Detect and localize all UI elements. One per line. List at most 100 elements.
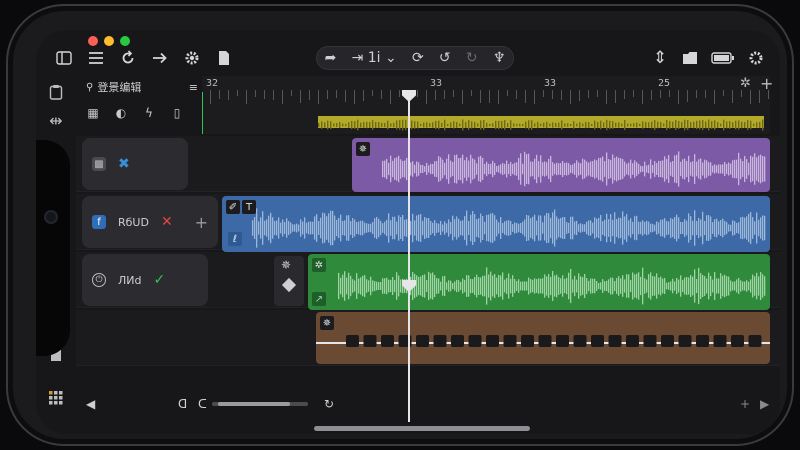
grid-icon[interactable] (46, 388, 66, 408)
redo-transport-icon[interactable]: ↻ (466, 50, 478, 66)
drum-hit (591, 335, 604, 347)
refresh-icon[interactable]: ↻ (324, 394, 334, 414)
ruler-label: 32 (206, 78, 219, 89)
ruler-tick (237, 90, 238, 96)
add-track-icon[interactable]: + (740, 394, 750, 414)
ruler-tick (552, 90, 553, 99)
clip-text-icon[interactable]: T (242, 200, 256, 214)
ruler-tick (489, 90, 490, 103)
gear-icon[interactable] (178, 44, 206, 72)
drum-hit (573, 335, 587, 347)
document-icon[interactable] (210, 44, 238, 72)
undo-icon[interactable] (114, 44, 142, 72)
transport-control[interactable]: ➦ ⇥ 1i ⌄ ⟳ ↺ ↻ ♆ (316, 46, 514, 70)
split-icon[interactable]: ⇕ (646, 44, 674, 72)
clip-midi-icon[interactable]: ✐ (226, 200, 240, 214)
ruler-label: 33 (544, 78, 557, 89)
timeline-ruler[interactable]: 32 33 33 25 ✲ + (202, 74, 773, 134)
zoom-in-icon[interactable]: ᑕ (198, 394, 207, 414)
edit-mode-label[interactable]: ⚲ 登景编辑 ≡ (82, 78, 202, 96)
header-tools: ▦ ◐ ϟ ▯ (86, 106, 184, 120)
track-name[interactable]: ЛИd (118, 274, 141, 287)
menu-icon[interactable] (82, 44, 110, 72)
footer-bar: ◀ ᗡ ᑕ ↻ + ▶ (76, 390, 780, 418)
drum-hit (713, 335, 727, 347)
clipboard-icon[interactable] (46, 82, 66, 102)
metronome-icon[interactable]: ♆ (493, 50, 506, 66)
loop-icon[interactable]: ⟳ (412, 50, 424, 66)
ruler-tick (507, 90, 508, 96)
folder-icon[interactable] (676, 44, 704, 72)
drum-hit (451, 335, 464, 347)
ruler-tick (399, 90, 400, 97)
back-icon[interactable]: ◀ (86, 394, 95, 414)
drum-hit (468, 335, 482, 347)
ruler-tick (660, 90, 661, 98)
track-header-2[interactable]: f RбUD ✕ + (82, 196, 218, 248)
next-icon[interactable]: ▶ (760, 394, 769, 414)
move-icon[interactable]: ⇹ (46, 110, 66, 130)
gear-icon[interactable] (742, 44, 770, 72)
ruler-tick (624, 90, 625, 99)
sidebar-icon[interactable] (50, 44, 78, 72)
ruler-tick (516, 90, 517, 99)
drum-hit (556, 335, 569, 347)
automation-node[interactable] (281, 277, 297, 293)
check-icon[interactable]: ✓ (153, 272, 165, 288)
clip-envelope-icon[interactable]: ↗ (312, 292, 326, 306)
clip-fade-icon[interactable]: ℓ (228, 232, 242, 246)
play-forward-icon[interactable]: ➦ (325, 50, 337, 66)
zoom-out-icon[interactable]: ᗡ (178, 394, 187, 414)
ruler-tick (327, 90, 328, 99)
ruler-tick (525, 90, 526, 103)
phone-icon[interactable]: ▯ (170, 106, 184, 120)
scrollbar-thumb[interactable] (218, 402, 290, 406)
battery-icon (706, 44, 740, 72)
bolt-icon[interactable]: ϟ (142, 106, 156, 120)
gear-icon[interactable]: ✲ (740, 76, 751, 91)
selection-range[interactable] (318, 116, 764, 131)
drum-hit (503, 335, 517, 347)
drum-hit (538, 335, 552, 347)
share-icon[interactable] (146, 44, 174, 72)
table-icon[interactable]: ▦ (86, 106, 100, 120)
ruler-tick (606, 90, 607, 104)
start-marker[interactable] (202, 92, 203, 134)
clip-gear-icon[interactable]: ✲ (312, 258, 326, 272)
drum-hit (608, 335, 622, 347)
add-icon[interactable]: + (195, 213, 218, 232)
ruler-tick (741, 90, 742, 97)
audio-clip-purple[interactable]: ✵ (352, 138, 770, 192)
fx-icon[interactable]: ✵ (281, 258, 291, 272)
clip-fx-icon[interactable]: ✵ (356, 142, 370, 156)
audio-clip-green[interactable]: ✲ ↗ (308, 254, 770, 310)
mute-icon[interactable]: ✕ (161, 214, 173, 230)
ruler-tick (615, 90, 616, 103)
add-icon[interactable]: + (760, 74, 773, 93)
power-icon[interactable]: ⏻ (92, 273, 106, 287)
ruler-tick (255, 90, 256, 97)
drum-hit (381, 335, 394, 347)
ruler-tick (597, 90, 598, 97)
timeline-scrollbar[interactable] (212, 402, 308, 406)
transport-label[interactable]: ⇥ 1i ⌄ (352, 50, 397, 66)
automation-handle[interactable]: ✵ (274, 256, 304, 306)
ruler-tick (264, 90, 265, 99)
menu-glyph[interactable]: ≡ (189, 81, 202, 94)
track-header-3[interactable]: ⏻ ЛИd ✓ (82, 254, 208, 306)
track-header-1[interactable]: ▩ ✖ (82, 138, 188, 190)
audio-clip-brown[interactable]: ✵ (316, 312, 770, 364)
ruler-tick (696, 90, 697, 98)
ruler-tick (291, 90, 292, 96)
clip-fx-icon[interactable]: ✵ (320, 316, 334, 330)
audio-clip-blue[interactable]: ✐ T ℓ (222, 196, 770, 252)
ruler-label: 25 (658, 78, 671, 89)
ruler-tick (705, 90, 706, 98)
playhead[interactable] (402, 90, 416, 422)
drum-hit (678, 335, 692, 347)
mute-icon[interactable]: ✖ (118, 156, 130, 172)
undo-transport-icon[interactable]: ↺ (439, 50, 451, 66)
track-name[interactable]: RбUD (118, 216, 149, 229)
contrast-icon[interactable]: ◐ (114, 106, 128, 120)
drum-hit (661, 335, 674, 347)
